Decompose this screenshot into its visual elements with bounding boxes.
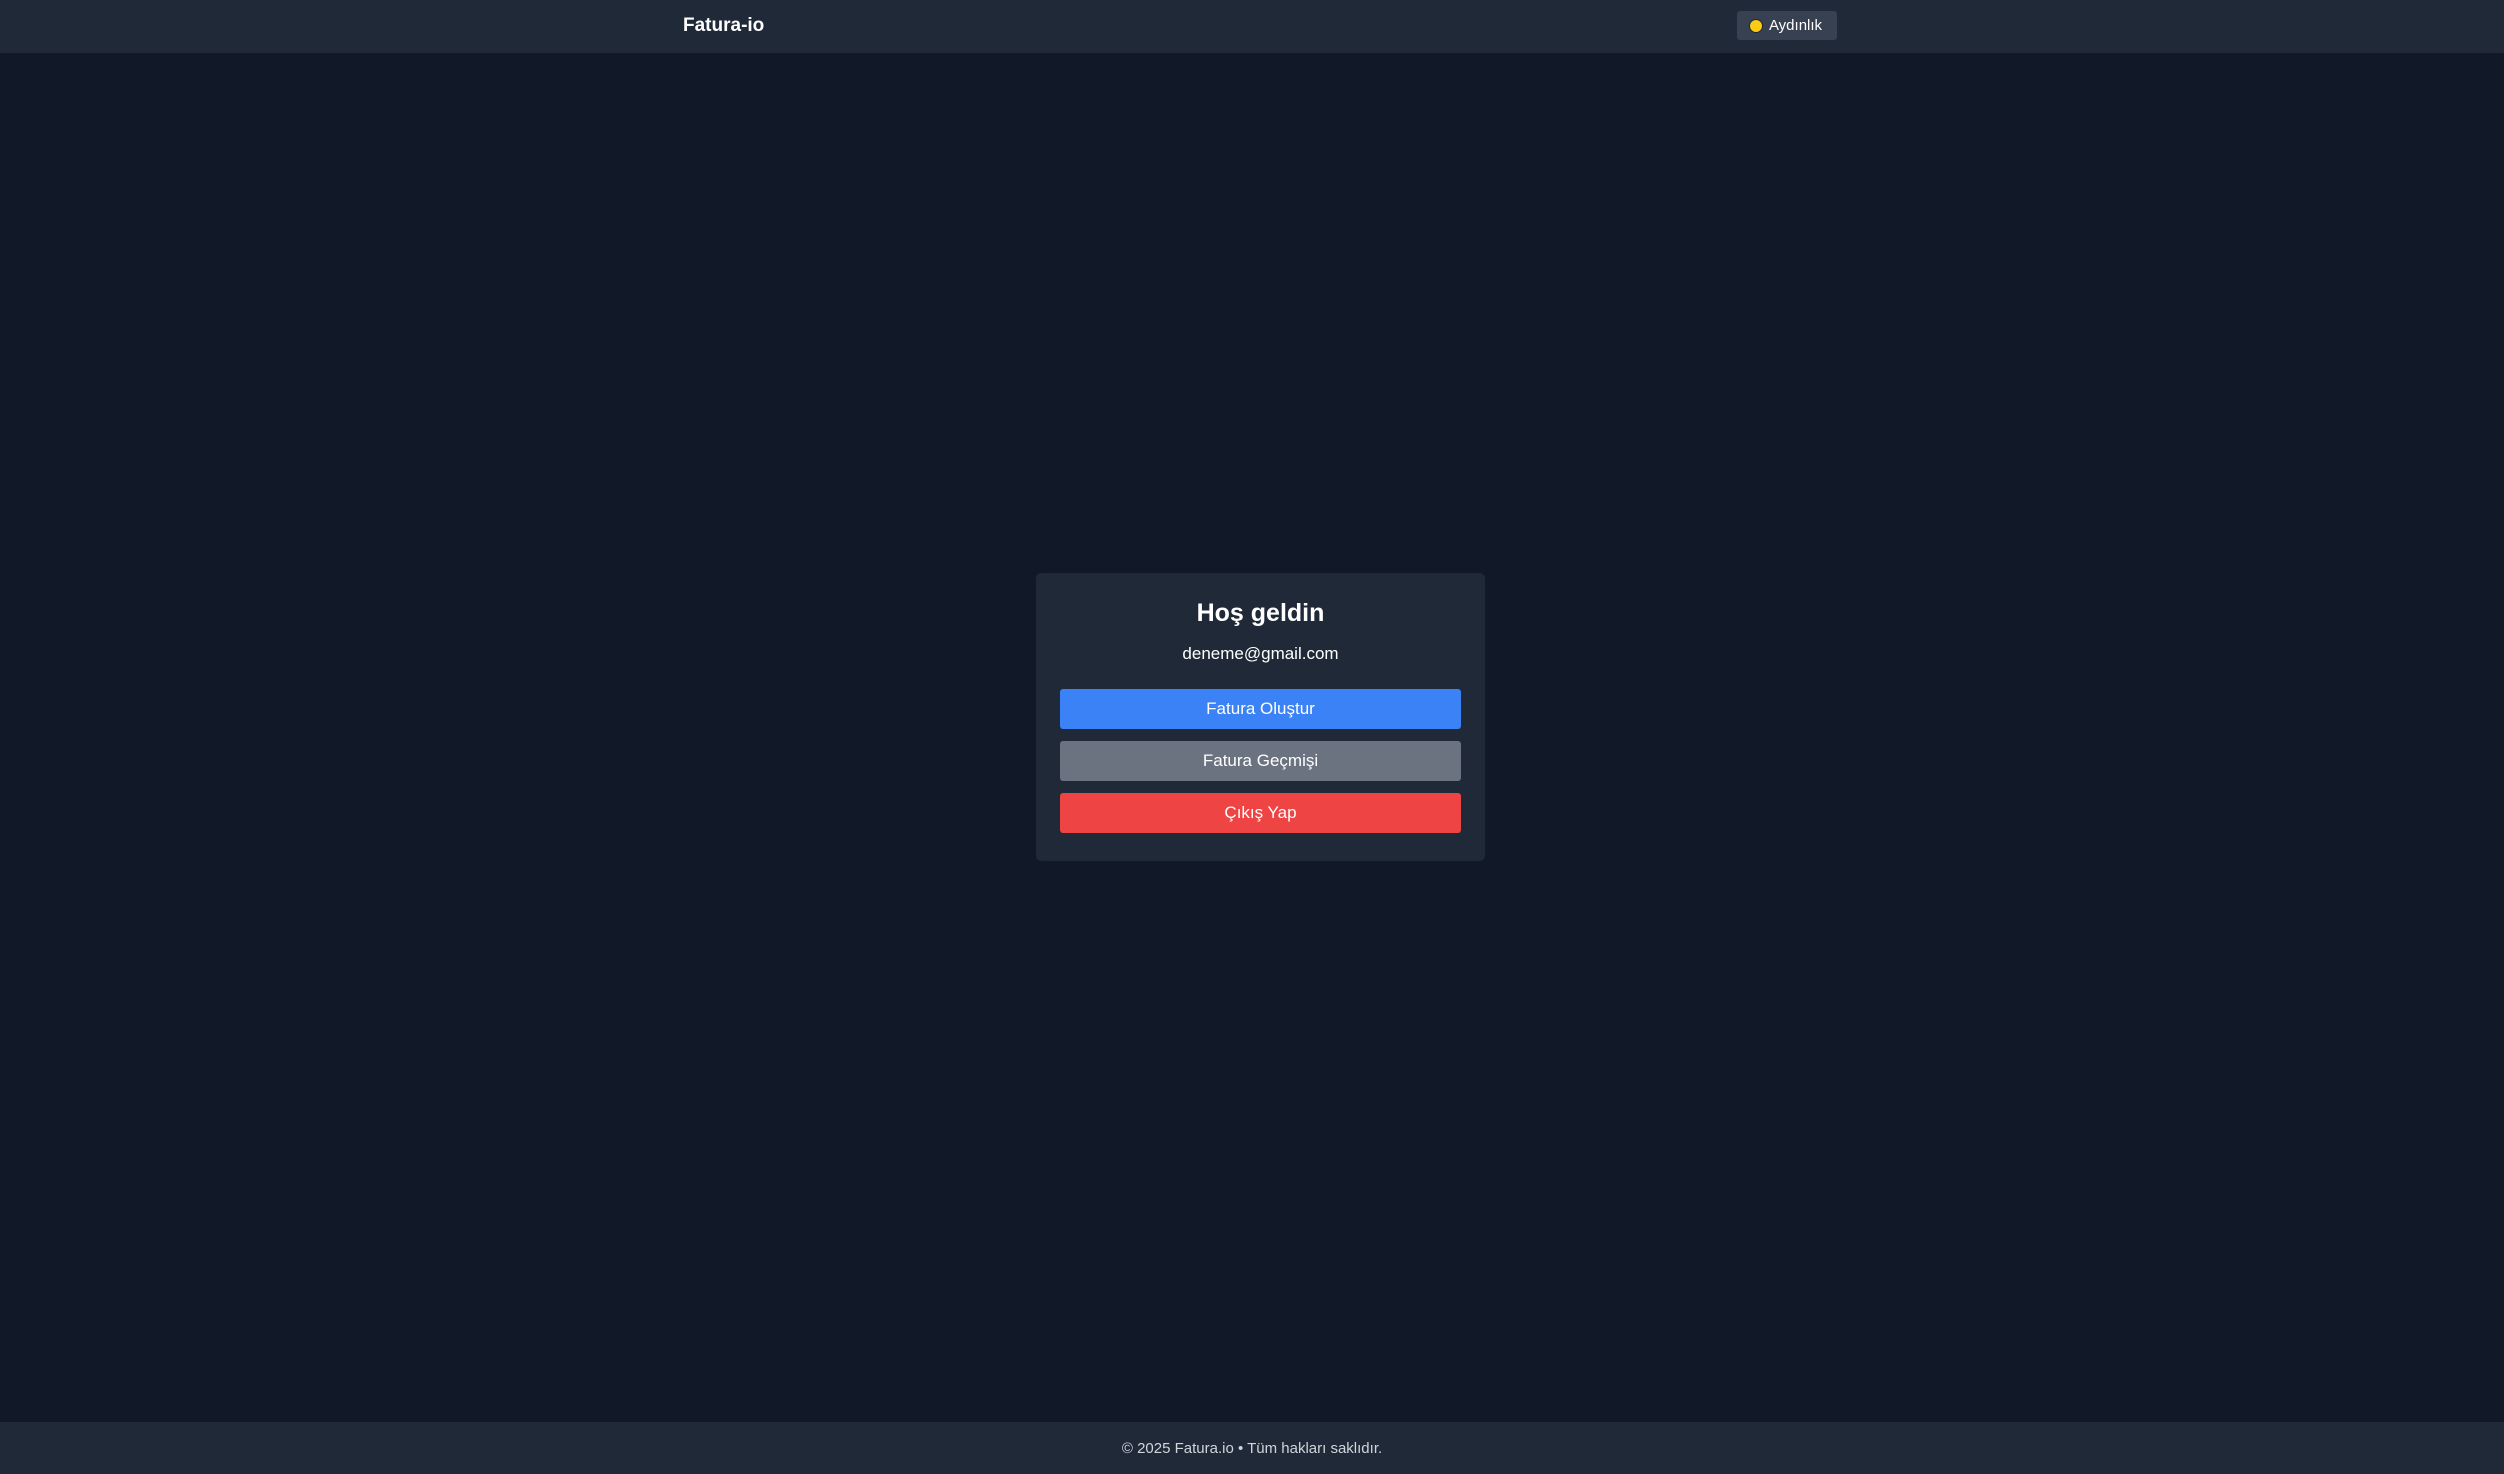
page-footer: © 2025 Fatura.io • Tüm hakları saklıdır. — [0, 1422, 2504, 1474]
footer-copyright: © 2025 Fatura.io • Tüm hakları saklıdır. — [1121, 1439, 1383, 1457]
brand-logo-text[interactable]: Fatura-io — [683, 0, 764, 53]
invoice-history-button[interactable]: Fatura Geçmişi — [1060, 741, 1461, 781]
user-email: deneme@gmail.com — [1182, 644, 1339, 663]
app-page: Fatura-io Aydınlık Hoş geldin deneme@gma… — [0, 0, 2504, 1474]
welcome-card: Hoş geldin deneme@gmail.com Fatura Oluşt… — [1036, 573, 1485, 861]
create-invoice-button[interactable]: Fatura Oluştur — [1060, 689, 1461, 729]
logout-button[interactable]: Çıkış Yap — [1060, 793, 1461, 833]
sun-icon — [1749, 19, 1762, 32]
theme-toggle-button[interactable]: Aydınlık — [1737, 11, 1837, 40]
main-content: Hoş geldin deneme@gmail.com Fatura Oluşt… — [0, 53, 2504, 1422]
top-navbar: Fatura-io Aydınlık — [0, 0, 2504, 53]
welcome-title: Hoş geldin — [1196, 599, 1325, 627]
theme-toggle-label: Aydınlık — [1768, 17, 1823, 34]
